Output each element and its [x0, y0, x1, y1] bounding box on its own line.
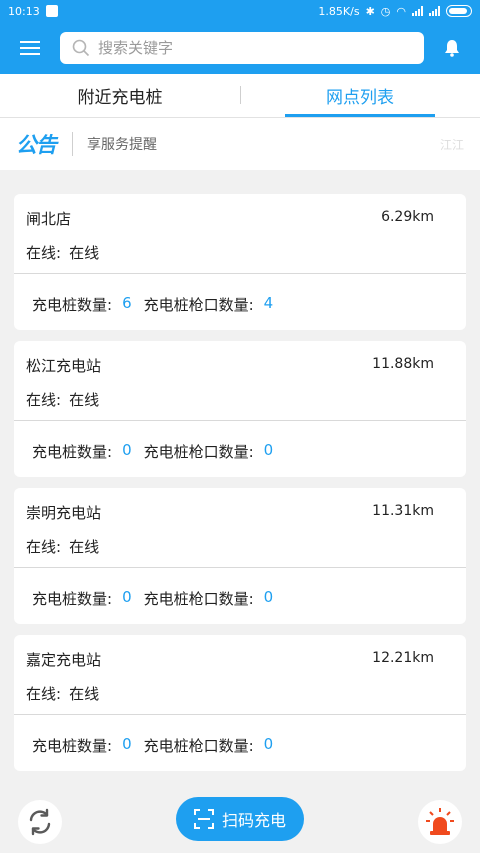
card-divider	[14, 714, 466, 715]
gun-count-value: 0	[263, 735, 274, 753]
notice-divider	[72, 132, 73, 156]
alarm-light-icon	[426, 808, 454, 835]
gun-count-label: 充电桩枪口数量:	[143, 737, 254, 755]
gun-count-label: 充电桩枪口数量:	[143, 590, 254, 608]
search-icon	[72, 39, 90, 57]
menu-button[interactable]	[0, 22, 60, 74]
card-divider	[14, 567, 466, 568]
station-distance: 6.29km	[381, 209, 434, 225]
battery-icon	[446, 5, 472, 17]
tab-station-list[interactable]: 网点列表	[240, 74, 480, 117]
status-label: 在线:	[26, 538, 62, 556]
wifi-icon: ◠	[396, 4, 406, 18]
bottom-action-bar: 扫码充电	[0, 790, 480, 853]
scan-icon	[193, 809, 214, 829]
menu-icon	[20, 41, 40, 55]
notice-bar[interactable]: 公告 享服务提醒 江江	[0, 118, 480, 170]
station-name: 闸北店	[26, 210, 72, 228]
status-value: 在线	[69, 685, 100, 703]
search-box[interactable]	[60, 32, 424, 64]
status-value: 在线	[69, 391, 100, 409]
station-status: 在线: 在线	[26, 242, 99, 263]
notice-tail-text: 江江	[439, 137, 464, 152]
station-name: 松江充电站	[26, 357, 102, 375]
signal-icon	[412, 6, 423, 16]
pile-count-label: 充电桩数量:	[32, 443, 113, 461]
app-bar	[0, 22, 480, 74]
notification-button[interactable]	[424, 22, 480, 74]
scan-charge-button[interactable]: 扫码充电	[176, 797, 304, 841]
station-counts: 充电桩数量: 0 充电桩枪口数量: 0	[32, 735, 285, 756]
refresh-button[interactable]	[18, 800, 62, 844]
status-label: 在线:	[26, 685, 62, 703]
station-card[interactable]: 嘉定充电站 12.21km 在线: 在线 充电桩数量: 0 充电桩枪口数量: 0	[14, 635, 466, 771]
bluetooth-icon: ✱	[365, 4, 375, 18]
status-value: 在线	[69, 538, 100, 556]
station-name: 嘉定充电站	[26, 651, 102, 669]
tab-bar: 附近充电桩 网点列表	[0, 74, 480, 118]
station-counts: 充电桩数量: 6 充电桩枪口数量: 4	[32, 294, 285, 315]
station-counts: 充电桩数量: 0 充电桩枪口数量: 0	[32, 441, 285, 462]
station-card[interactable]: 崇明充电站 11.31km 在线: 在线 充电桩数量: 0 充电桩枪口数量: 0	[14, 488, 466, 624]
notice-text: 享服务提醒	[87, 137, 157, 153]
tab-nearby[interactable]: 附近充电桩	[0, 74, 240, 117]
station-name: 崇明充电站	[26, 504, 102, 522]
status-label: 在线:	[26, 244, 62, 262]
scan-charge-label: 扫码充电	[221, 811, 286, 830]
status-value: 在线	[69, 244, 100, 262]
pile-count-label: 充电桩数量:	[32, 590, 113, 608]
notice-logo: 公告	[16, 133, 57, 157]
pile-count-value: 0	[122, 441, 132, 459]
station-distance: 12.21km	[372, 650, 434, 666]
signal-icon-2	[429, 6, 440, 16]
station-distance: 11.31km	[372, 503, 434, 519]
card-divider	[14, 273, 466, 274]
pile-count-label: 充电桩数量:	[32, 296, 113, 314]
pile-count-value: 6	[122, 294, 132, 312]
card-divider	[14, 420, 466, 421]
station-distance: 11.88km	[372, 356, 434, 372]
pile-count-value: 0	[122, 735, 132, 753]
status-bar: 10:13 1.85K/s ✱ ◷ ◠	[0, 0, 480, 22]
gun-count-value: 4	[263, 294, 274, 312]
app-notification-icon	[45, 5, 58, 17]
gun-count-value: 0	[263, 588, 274, 606]
station-card[interactable]: 闸北店 6.29km 在线: 在线 充电桩数量: 6 充电桩枪口数量: 4	[14, 194, 466, 330]
gun-count-value: 0	[263, 441, 274, 459]
alarm-clock-icon: ◷	[380, 4, 391, 18]
station-counts: 充电桩数量: 0 充电桩枪口数量: 0	[32, 588, 285, 609]
refresh-icon	[29, 808, 51, 836]
gun-count-label: 充电桩枪口数量:	[143, 443, 254, 461]
status-time: 10:13	[8, 4, 40, 18]
station-card[interactable]: 松江充电站 11.88km 在线: 在线 充电桩数量: 0 充电桩枪口数量: 0	[14, 341, 466, 477]
gun-count-label: 充电桩枪口数量:	[143, 296, 254, 314]
station-list: 闸北店 6.29km 在线: 在线 充电桩数量: 6 充电桩枪口数量: 4 松江充…	[14, 194, 466, 782]
network-speed: 1.85K/s	[318, 4, 360, 18]
station-status: 在线: 在线	[26, 683, 99, 704]
pile-count-label: 充电桩数量:	[32, 737, 113, 755]
emergency-button[interactable]	[418, 800, 462, 844]
status-label: 在线:	[26, 391, 62, 409]
station-status: 在线: 在线	[26, 389, 99, 410]
station-status: 在线: 在线	[26, 536, 99, 557]
search-input[interactable]	[98, 39, 398, 57]
pile-count-value: 0	[122, 588, 132, 606]
bell-icon	[445, 40, 459, 57]
